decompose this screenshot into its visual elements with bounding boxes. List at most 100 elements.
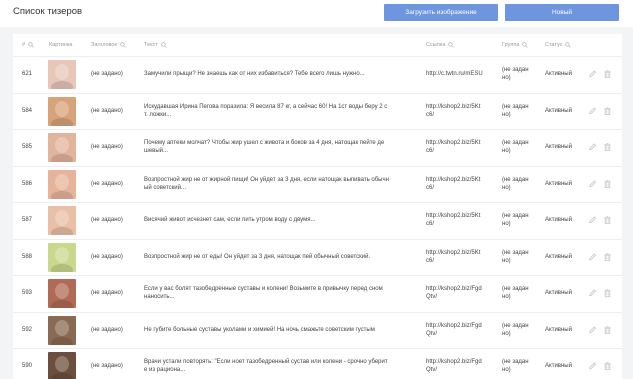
column-status[interactable]: Статус — [545, 42, 572, 48]
row-group: (не задан но) — [502, 285, 536, 301]
column-text[interactable]: Текст — [144, 42, 167, 48]
delete-icon[interactable] — [603, 106, 612, 116]
row-link[interactable]: http://kshop2.biz/5Kt c6/ — [426, 103, 498, 119]
row-status: Активный — [545, 144, 572, 150]
group-line: (не задан — [502, 322, 529, 329]
row-status: Активный — [545, 180, 572, 187]
link-line: c6/ — [426, 257, 435, 264]
edit-icon[interactable] — [588, 288, 597, 298]
group-line: (не задан — [502, 359, 529, 365]
row-id: 585 — [22, 144, 33, 150]
teaser-image-icon — [48, 315, 76, 345]
search-icon[interactable] — [448, 42, 455, 48]
group-line: (не задан — [502, 249, 529, 256]
upload-image-button[interactable]: Загрузить изображение — [384, 4, 498, 21]
row-link[interactable]: http://kshop2.biz/5Kt c6/ — [426, 249, 498, 265]
search-icon[interactable] — [565, 42, 572, 48]
teaser-thumbnail — [48, 315, 76, 345]
table-header: # Картинка Заголовок Текст Ссылка Группа… — [13, 34, 622, 56]
delete-icon[interactable] — [603, 142, 612, 152]
row-headline: (не задано) — [91, 144, 123, 150]
group-line: но) — [502, 111, 511, 118]
text-line: Врачи устали повторять: "Если ноет тазоб… — [144, 359, 388, 365]
edit-icon[interactable] — [588, 215, 597, 225]
row-text: Возпростной жир не от еды! Он уйдет за 3… — [144, 253, 422, 261]
row-link[interactable]: http://kshop2.biz/Fgd Qtv/ — [426, 285, 498, 301]
row-link[interactable]: http://kshop2.biz/Fgd Qtv/ — [426, 322, 498, 338]
group-line: (не задан — [502, 140, 529, 146]
group-line: но) — [502, 294, 511, 300]
table-row[interactable]: 586 (не задано) Возпростной жир не от жи… — [13, 165, 622, 202]
delete-icon[interactable] — [603, 325, 612, 335]
row-group: (не задан но) — [502, 66, 536, 82]
row-id: 592 — [22, 326, 33, 333]
row-status: Активный — [545, 107, 572, 114]
row-status: Активный — [545, 71, 572, 77]
table-row[interactable]: 621 (не задано) Замучили прыщи? Не знаеш… — [13, 56, 622, 92]
new-button[interactable]: Новый — [505, 4, 619, 21]
table-row[interactable]: 590 (не задано) Врачи устали повторять: … — [13, 348, 622, 379]
delete-icon[interactable] — [603, 179, 612, 189]
link-line: http://kshop2.biz/5Kt — [426, 103, 481, 110]
page-title: Список тизеров — [13, 6, 83, 17]
row-id: 590 — [22, 363, 33, 369]
text-line: шевый... — [144, 148, 169, 154]
search-icon[interactable] — [522, 42, 529, 48]
column-headline[interactable]: Заголовок — [91, 42, 126, 48]
column-group[interactable]: Группа — [502, 42, 529, 48]
edit-icon[interactable] — [588, 325, 597, 335]
edit-icon[interactable] — [588, 106, 597, 116]
delete-icon[interactable] — [603, 215, 612, 225]
row-status: Активный — [545, 217, 572, 223]
edit-icon[interactable] — [588, 252, 597, 262]
link-line: http://kshop2.biz/Fgd — [426, 286, 482, 292]
delete-icon[interactable] — [603, 252, 612, 262]
column-link[interactable]: Ссылка — [426, 42, 455, 48]
group-line: (не задан — [502, 213, 529, 219]
row-link[interactable]: http://kshop2.biz/5Kt c6/ — [426, 212, 498, 228]
table-row[interactable]: 587 (не задано) Висячий живот исчезнет с… — [13, 202, 622, 238]
edit-icon[interactable] — [588, 179, 597, 189]
teaser-thumbnail — [48, 96, 76, 126]
text-line: Возпростной жир не от жирной пищи! Он уй… — [144, 176, 389, 183]
search-icon[interactable] — [161, 42, 167, 48]
table-row[interactable]: 593 (не задано) Если у вас болят тазобед… — [13, 275, 622, 311]
group-line: но) — [502, 75, 511, 81]
text-line: Возпростной жир не от еды! Он уйдет за 3… — [144, 253, 371, 260]
table-row[interactable]: 588 (не задано) Возпростной жир не от ед… — [13, 238, 622, 275]
text-line: ый советский... — [144, 184, 187, 191]
link-line: c6/ — [426, 148, 435, 154]
table-row[interactable]: 585 (не задано) Почему аптеки молчат? Чт… — [13, 129, 622, 165]
teaser-thumbnail — [48, 60, 76, 89]
teaser-image-icon — [48, 206, 76, 235]
group-line: но) — [502, 184, 511, 191]
table-row[interactable]: 584 (не задано) Искудавшая Ирина Пегова … — [13, 92, 622, 129]
text-line: Почему аптеки молчат? Чтобы жир ушел с ж… — [144, 140, 385, 146]
text-line: Висячий живот исчезнет сам, если пить ут… — [144, 217, 316, 223]
row-link[interactable]: http://kshop2.biz/5Kt c6/ — [426, 176, 498, 192]
teaser-thumbnail — [48, 133, 76, 162]
column-id[interactable]: # — [22, 42, 34, 48]
link-line: http://kshop2.biz/5Kt — [426, 176, 481, 183]
teaser-image-icon — [48, 169, 76, 199]
teaser-thumbnail — [48, 352, 76, 379]
row-text: Не губите больные суставы уколами и хими… — [144, 326, 422, 334]
table-row[interactable]: 592 (не задано) Не губите больные сустав… — [13, 311, 622, 348]
link-line: http://kshop2.biz/Fgd — [426, 359, 482, 365]
edit-icon[interactable] — [588, 142, 597, 152]
row-link[interactable]: http://c.twtn.ru/mESU — [426, 70, 498, 78]
delete-icon[interactable] — [603, 288, 612, 298]
row-link[interactable]: http://kshop2.biz/5Kt c6/ — [426, 139, 498, 155]
row-link[interactable]: http://kshop2.biz/Fgd Qtv/ — [426, 358, 498, 374]
group-line: но) — [502, 221, 511, 227]
teaser-image-icon — [48, 96, 76, 126]
delete-icon[interactable] — [603, 69, 612, 79]
link-line: Qtv/ — [426, 294, 438, 300]
column-image: Картинка — [49, 42, 72, 48]
edit-icon[interactable] — [588, 361, 597, 371]
search-icon[interactable] — [28, 42, 34, 48]
delete-icon[interactable] — [603, 361, 612, 371]
edit-icon[interactable] — [588, 69, 597, 79]
search-icon[interactable] — [120, 42, 126, 48]
row-status: Активный — [545, 363, 572, 369]
